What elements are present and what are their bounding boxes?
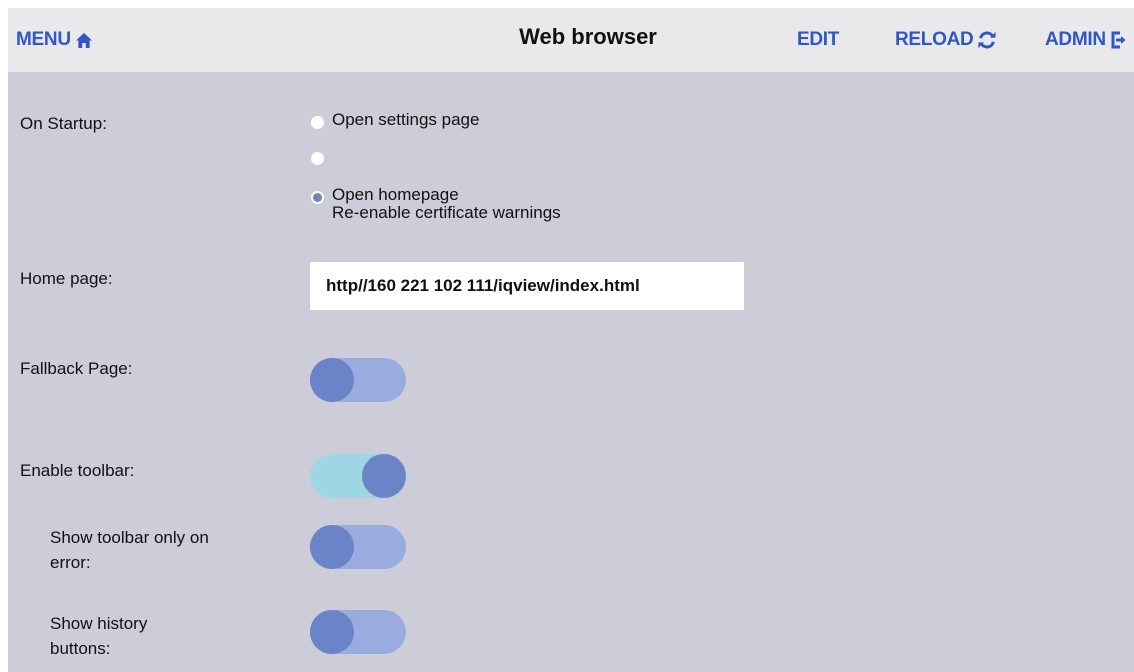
on-startup-label: On Startup: xyxy=(20,114,107,133)
reload-label: RELOAD xyxy=(895,29,974,50)
startup-option-blank[interactable] xyxy=(311,147,332,165)
history-buttons-toggle[interactable] xyxy=(310,610,406,654)
home-icon xyxy=(75,32,92,48)
toolbar-only-on-error-label-line2: error: xyxy=(50,553,91,572)
home-page-label: Home page: xyxy=(20,269,113,288)
startup-option-homepage[interactable]: Open homepage Re-enable certificate warn… xyxy=(311,186,561,222)
history-buttons-label: Show history buttons: xyxy=(50,611,147,661)
enable-toolbar-label: Enable toolbar: xyxy=(20,461,135,480)
startup-option-homepage-text: Open homepage xyxy=(332,185,459,204)
toggle-knob xyxy=(310,525,354,569)
menu-button[interactable]: MENU xyxy=(16,8,93,72)
toggle-knob xyxy=(362,454,406,498)
admin-button[interactable]: ADMIN xyxy=(1045,8,1126,72)
startup-option-homepage-subtext: Re-enable certificate warnings xyxy=(332,203,561,222)
reload-button[interactable]: RELOAD xyxy=(895,8,997,72)
edit-label: EDIT xyxy=(797,29,840,50)
admin-label: ADMIN xyxy=(1045,29,1106,50)
startup-option-label: Open homepage Re-enable certificate warn… xyxy=(332,186,561,222)
startup-option-label: Open settings page xyxy=(332,110,480,129)
radio-button-selected[interactable] xyxy=(311,191,324,204)
radio-button[interactable] xyxy=(311,116,324,129)
enable-toolbar-toggle[interactable] xyxy=(310,454,406,498)
top-bar: MENU Web browser EDIT RELOAD ADMIN xyxy=(8,8,1134,72)
history-buttons-label-line1: Show history xyxy=(50,614,148,633)
toggle-knob xyxy=(310,358,354,402)
home-page-input[interactable] xyxy=(310,262,744,310)
logout-icon xyxy=(1111,31,1126,49)
menu-label: MENU xyxy=(16,29,71,50)
toolbar-only-on-error-toggle[interactable] xyxy=(310,525,406,569)
toggle-knob xyxy=(310,610,354,654)
page-title: Web browser xyxy=(519,24,657,49)
toolbar-only-on-error-label-line1: Show toolbar only on xyxy=(50,528,209,547)
fallback-page-label: Fallback Page: xyxy=(20,359,133,378)
fallback-page-toggle[interactable] xyxy=(310,358,406,402)
reload-icon xyxy=(978,31,997,49)
radio-button[interactable] xyxy=(311,152,324,165)
startup-option-settings[interactable]: Open settings page xyxy=(311,111,479,129)
browser-settings-screen: MENU Web browser EDIT RELOAD ADMIN On St… xyxy=(8,8,1134,672)
toolbar-only-on-error-label: Show toolbar only on error: xyxy=(50,525,209,575)
history-buttons-label-line2: buttons: xyxy=(50,639,111,658)
edit-button[interactable]: EDIT xyxy=(797,8,839,72)
